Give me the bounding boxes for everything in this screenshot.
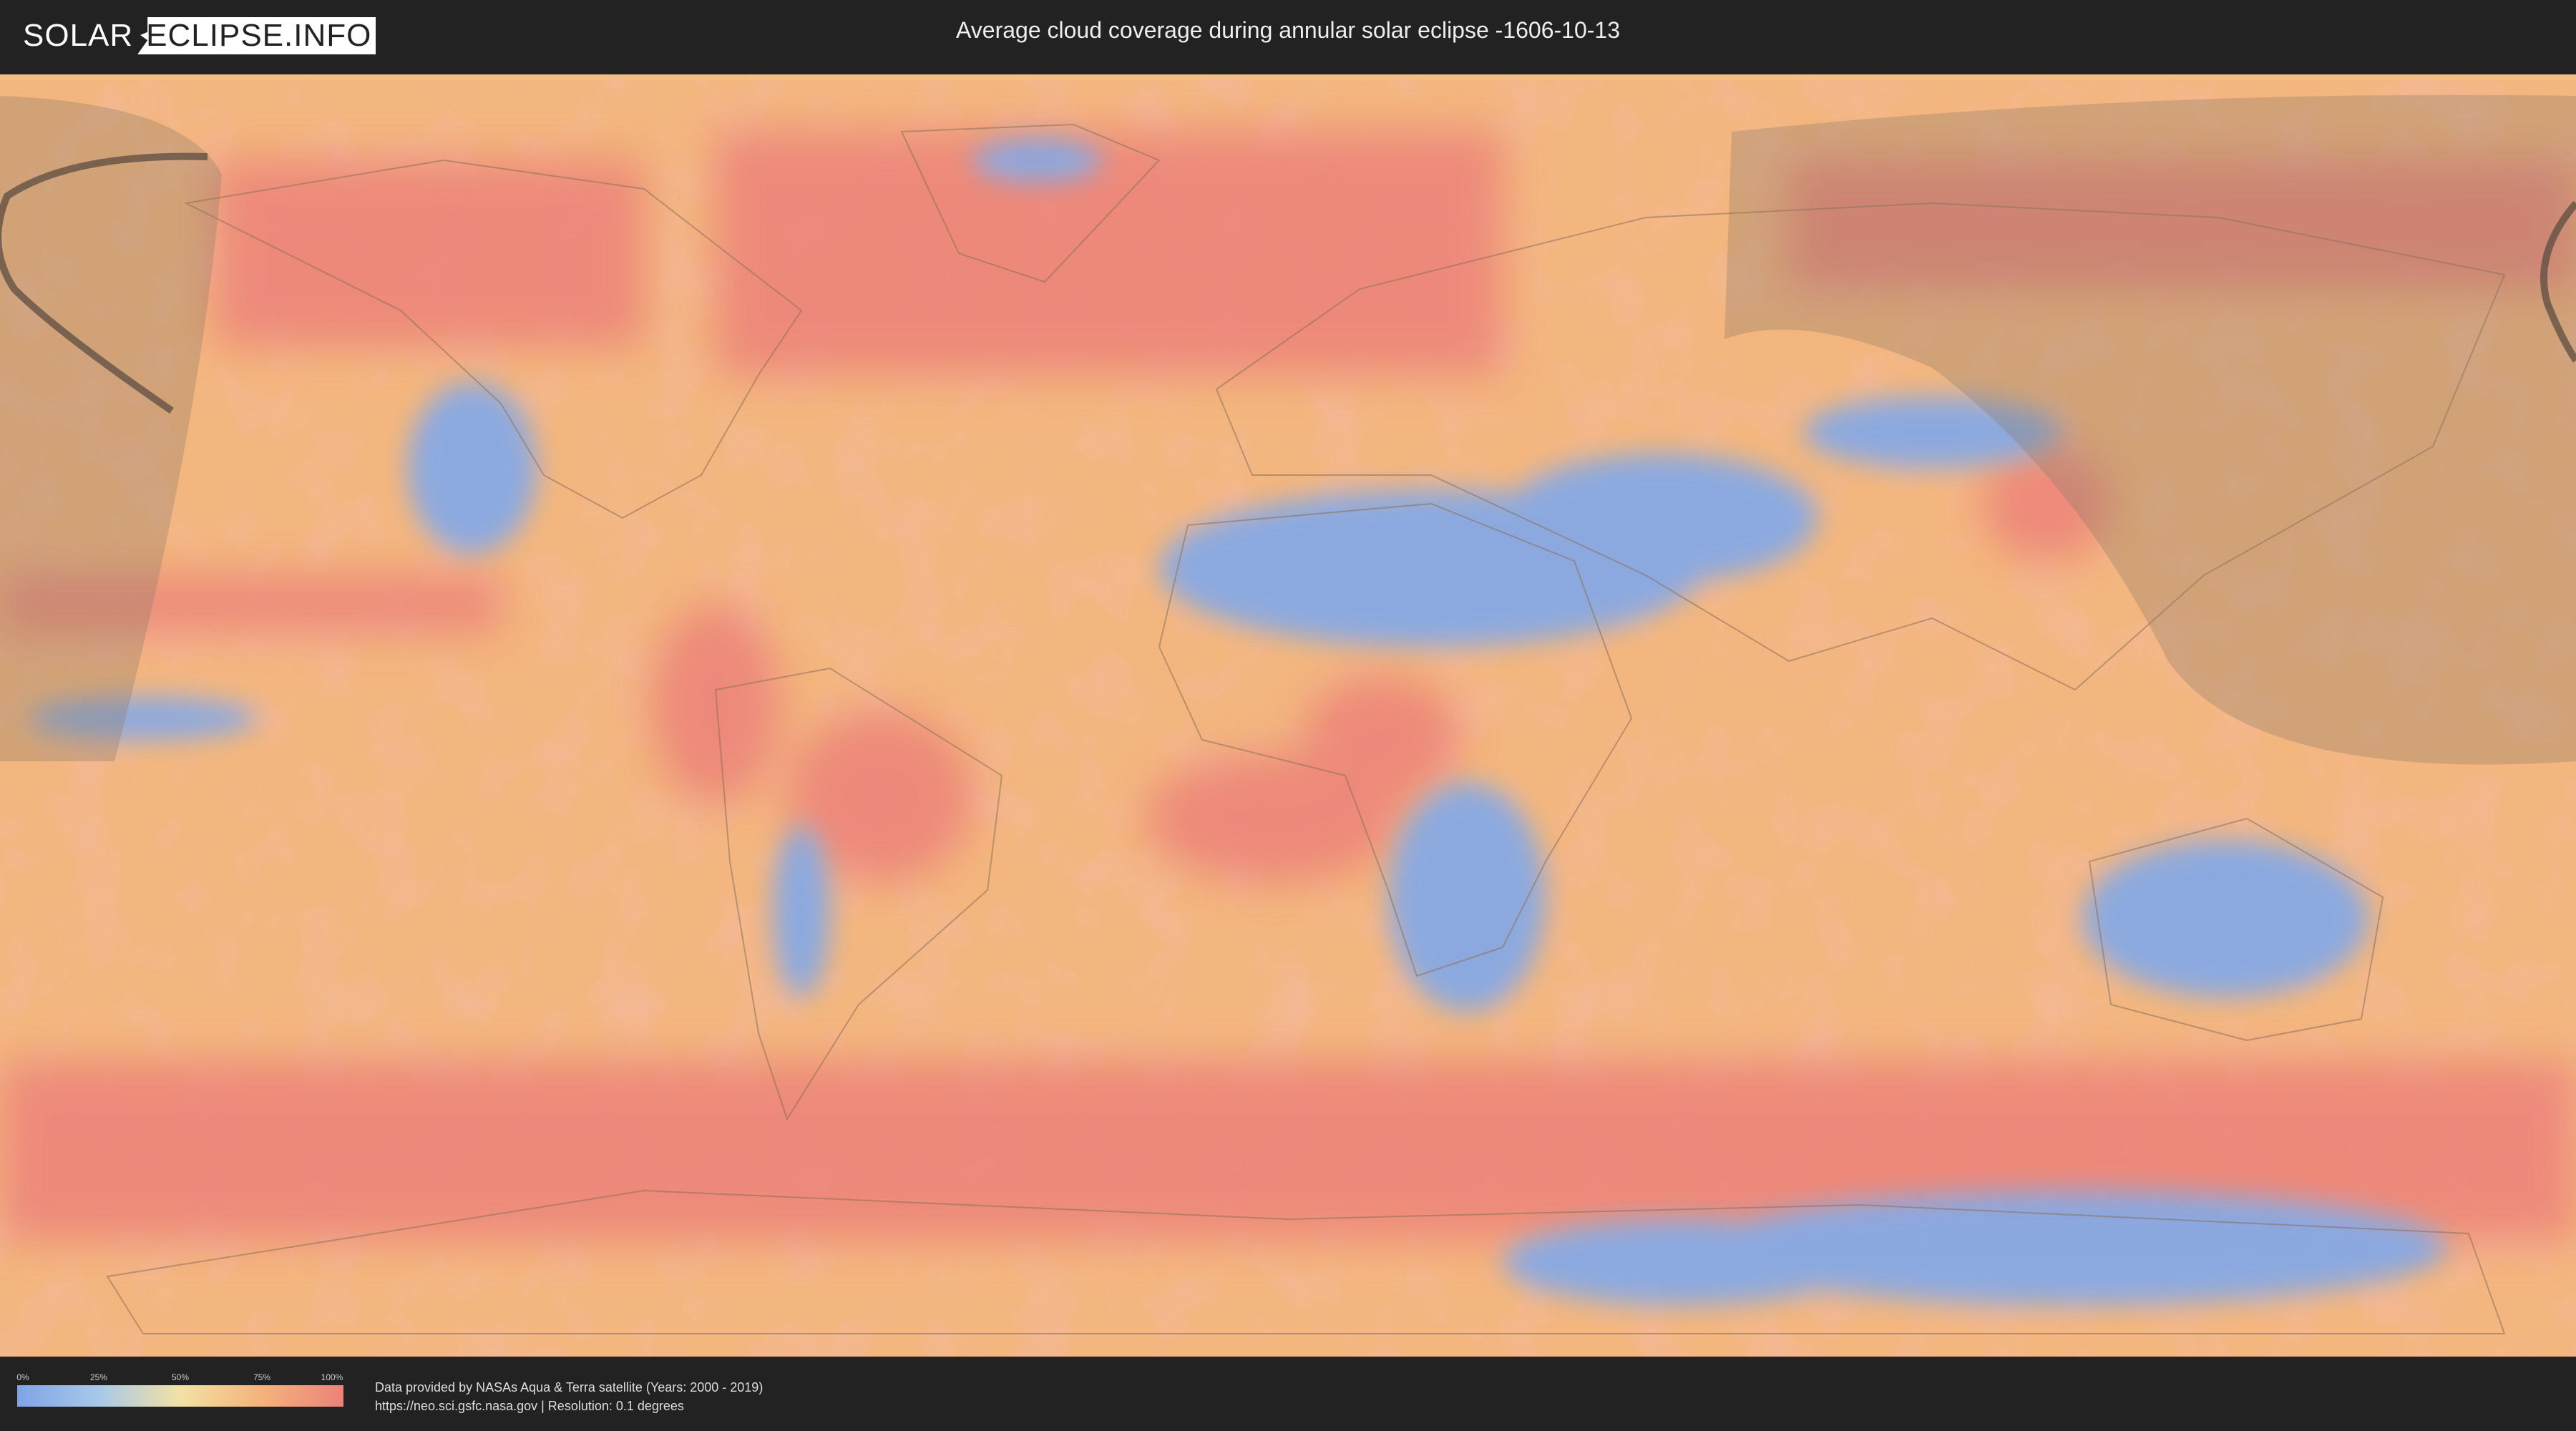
legend-tick-50: 50% xyxy=(171,1372,190,1382)
cloud-coverage-legend: 0% 25% 50% 75% 100% xyxy=(16,1372,343,1407)
credit-line-url[interactable]: https://neo.sci.gsfc.nasa.gov | Resoluti… xyxy=(375,1397,763,1415)
legend-tick-75: 75% xyxy=(253,1372,271,1382)
data-credit: Data provided by NASAs Aqua & Terra sate… xyxy=(375,1378,763,1415)
legend-color-bar xyxy=(17,1385,343,1407)
cloud-coverage-map[interactable] xyxy=(0,74,2576,1357)
legend-tick-0: 0% xyxy=(16,1372,29,1382)
footer-bar: 0% 25% 50% 75% 100% Data provided by NAS… xyxy=(0,1357,2576,1431)
legend-tick-25: 25% xyxy=(89,1372,108,1382)
credit-line-source: Data provided by NASAs Aqua & Terra sate… xyxy=(375,1380,763,1395)
legend-tick-100: 100% xyxy=(321,1372,343,1382)
header-bar: SOLAR ECLIPSE.INFO Average cloud coverag… xyxy=(0,0,2576,72)
legend-ticks: 0% 25% 50% 75% 100% xyxy=(16,1372,343,1385)
page-title: Average cloud coverage during annular so… xyxy=(956,17,1620,43)
world-map-svg xyxy=(0,74,2576,1357)
map-top-edge xyxy=(0,74,2576,80)
